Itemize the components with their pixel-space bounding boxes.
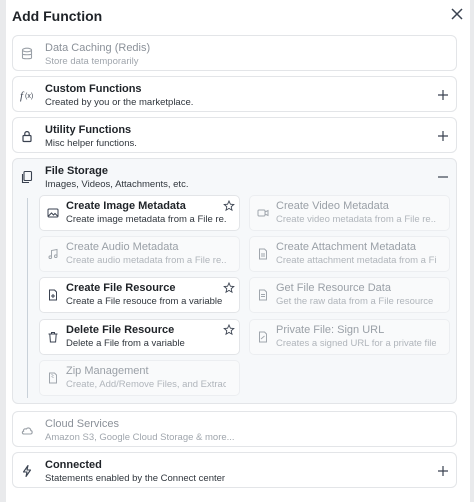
category-data-caching: Data Caching (Redis) Store data temporar… bbox=[12, 35, 457, 71]
plus-icon[interactable] bbox=[436, 88, 450, 102]
category-desc: Store data temporarily bbox=[45, 56, 139, 67]
category-name: Cloud Services bbox=[45, 418, 119, 430]
function-desc: Create video metadata from a File re... bbox=[276, 214, 436, 225]
star-icon[interactable] bbox=[223, 282, 235, 294]
function-name: Zip Management bbox=[66, 365, 149, 377]
function-desc: Create audio metadata from a File re... bbox=[66, 255, 226, 266]
function-desc: Create, Add/Remove Files, and Extract bbox=[66, 379, 226, 390]
category-name: File Storage bbox=[45, 165, 108, 177]
category-desc: Images, Videos, Attachments, etc. bbox=[45, 179, 189, 190]
plus-icon[interactable] bbox=[436, 129, 450, 143]
image-icon bbox=[47, 208, 59, 218]
function-name: Get File Resource Data bbox=[276, 282, 391, 294]
star-icon[interactable] bbox=[223, 324, 235, 336]
document-icon bbox=[259, 248, 267, 260]
files-icon bbox=[21, 170, 33, 184]
category-name: Data Caching (Redis) bbox=[45, 42, 151, 54]
function-name: Create Video Metadata bbox=[276, 200, 389, 212]
function-name: Delete File Resource bbox=[66, 324, 175, 336]
file-plus-icon bbox=[49, 289, 57, 301]
bolt-icon bbox=[22, 464, 32, 478]
category-desc: Misc helper functions. bbox=[45, 138, 137, 149]
category-custom-functions[interactable]: f (x) Custom Functions Created by you or… bbox=[12, 76, 457, 112]
video-icon bbox=[257, 209, 269, 217]
function-desc: Create a File resouce from a variable bbox=[66, 296, 223, 307]
plus-icon[interactable] bbox=[436, 464, 450, 478]
svg-text:(x): (x) bbox=[25, 93, 33, 100]
category-desc: Statements enabled by the Connect center bbox=[45, 473, 226, 484]
category-utility-functions[interactable]: Utility Functions Misc helper functions. bbox=[12, 117, 457, 153]
function-desc: Delete a File from a variable bbox=[66, 338, 185, 349]
category-connected[interactable]: Connected Statements enabled by the Conn… bbox=[12, 452, 457, 488]
function-name: Create Audio Metadata bbox=[66, 241, 179, 253]
function-create-video-metadata: Create Video Metadata Create video metad… bbox=[249, 195, 450, 231]
category-desc: Amazon S3, Google Cloud Storage & more..… bbox=[45, 432, 235, 443]
function-name: Create Attachment Metadata bbox=[276, 241, 417, 253]
function-create-file-resource[interactable]: Create File Resource Create a File resou… bbox=[39, 277, 240, 313]
function-create-attachment-metadata: Create Attachment Metadata Create attach… bbox=[249, 236, 450, 272]
category-desc: Created by you or the marketplace. bbox=[45, 97, 194, 108]
function-desc: Get the raw data from a File resource bbox=[276, 296, 434, 307]
cloud-icon bbox=[21, 427, 33, 435]
function-zip-management: Zip Management Create, Add/Remove Files,… bbox=[39, 360, 240, 396]
left-backdrop bbox=[0, 0, 6, 502]
file-link-icon bbox=[259, 331, 267, 343]
function-name: Create Image Metadata bbox=[66, 200, 186, 212]
function-name: Private File: Sign URL bbox=[276, 324, 385, 336]
music-icon bbox=[48, 248, 58, 259]
function-icon: f (x) bbox=[20, 90, 33, 102]
database-icon bbox=[21, 47, 33, 60]
function-private-file-sign-url: Private File: Sign URL Creates a signed … bbox=[249, 319, 450, 355]
lock-icon bbox=[22, 131, 32, 143]
function-name: Create File Resource bbox=[66, 282, 176, 294]
trash-icon bbox=[48, 332, 58, 343]
function-delete-file-resource[interactable]: Delete File Resource Delete a File from … bbox=[39, 319, 240, 355]
category-name: Custom Functions bbox=[45, 83, 142, 95]
right-backdrop bbox=[470, 0, 474, 502]
dialog-title: Add Function bbox=[12, 8, 103, 24]
zip-icon bbox=[49, 372, 57, 384]
category-cloud-services: Cloud Services Amazon S3, Google Cloud S… bbox=[12, 411, 457, 447]
close-icon[interactable] bbox=[449, 6, 465, 22]
function-desc: Create attachment metadata from a File r… bbox=[276, 255, 436, 266]
function-get-file-resource-data: Get File Resource Data Get the raw data … bbox=[249, 277, 450, 313]
star-icon[interactable] bbox=[223, 200, 235, 212]
function-desc: Creates a signed URL for a private file bbox=[276, 338, 436, 349]
function-desc: Create image metadata from a File re... bbox=[66, 214, 226, 225]
minus-icon[interactable] bbox=[436, 170, 450, 184]
category-name: Utility Functions bbox=[45, 124, 132, 136]
category-name: Connected bbox=[45, 459, 102, 471]
file-icon bbox=[259, 289, 267, 301]
tree-line bbox=[27, 198, 28, 398]
function-create-image-metadata[interactable]: Create Image Metadata Create image metad… bbox=[39, 195, 240, 231]
function-create-audio-metadata: Create Audio Metadata Create audio metad… bbox=[39, 236, 240, 272]
